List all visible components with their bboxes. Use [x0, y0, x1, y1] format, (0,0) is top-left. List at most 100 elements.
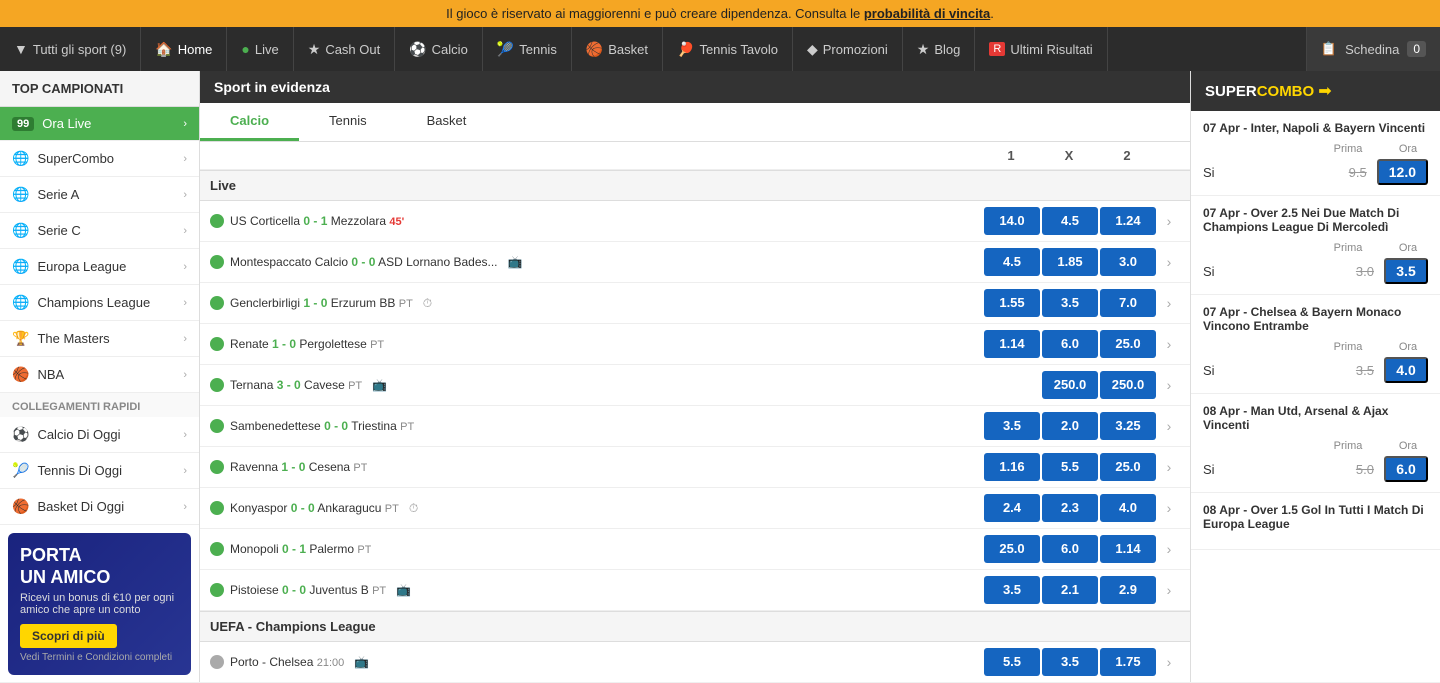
odds-1-button[interactable]: 1.55 — [984, 289, 1040, 317]
combo-new-price-button[interactable]: 6.0 — [1384, 456, 1428, 482]
tv-icon: 📺 — [372, 378, 387, 392]
chevron-right-icon: › — [183, 153, 187, 165]
odds-x-button[interactable]: 2.0 — [1042, 412, 1098, 440]
chevron-right-icon: › — [183, 118, 187, 130]
sidebar-item-champions-league[interactable]: 🌐 Champions League › — [0, 285, 199, 321]
nav-tennis-tavolo[interactable]: 🏓 Tennis Tavolo — [663, 27, 793, 71]
schedina-button[interactable]: 📋 Schedina 0 — [1306, 27, 1440, 71]
more-odds-button[interactable]: › — [1158, 289, 1180, 317]
odds-2-button[interactable]: 1.14 — [1100, 535, 1156, 563]
odds-1-button[interactable]: 4.5 — [984, 248, 1040, 276]
odds-2-button[interactable]: 250.0 — [1100, 371, 1156, 399]
odds-2-button[interactable]: 25.0 — [1100, 330, 1156, 358]
sidebar-item-nba[interactable]: 🏀 NBA › — [0, 357, 199, 393]
match-name: Ravenna 1 - 0 Cesena PT — [230, 460, 367, 474]
sidebar-item-calcio-oggi[interactable]: ⚽ Calcio Di Oggi › — [0, 417, 199, 453]
chevron-right-icon: › — [183, 189, 187, 201]
banner-subtitle: Ricevi un bonus di €10 per ogni amico ch… — [20, 592, 179, 616]
odds-2-button[interactable]: 3.0 — [1100, 248, 1156, 276]
odds-x-button[interactable]: 6.0 — [1042, 330, 1098, 358]
sidebar-item-tennis-oggi[interactable]: 🎾 Tennis Di Oggi › — [0, 453, 199, 489]
chevron-right-icon: › — [183, 261, 187, 273]
combo-new-price-button[interactable]: 12.0 — [1377, 159, 1428, 185]
odds-2-button[interactable]: 25.0 — [1100, 453, 1156, 481]
soccer-icon: ⚽ — [409, 41, 426, 58]
nav-home[interactable]: 🏠 Home — [141, 27, 227, 71]
odds-x-button[interactable]: 1.85 — [1042, 248, 1098, 276]
match-name: Pistoiese 0 - 0 Juventus B PT — [230, 583, 386, 597]
nav-promozioni[interactable]: ◆ Promozioni — [793, 27, 903, 71]
odds-1-button[interactable]: 25.0 — [984, 535, 1040, 563]
nav-basket[interactable]: 🏀 Basket — [572, 27, 663, 71]
odds-x-button[interactable]: 2.1 — [1042, 576, 1098, 604]
more-odds-button[interactable]: › — [1158, 330, 1180, 358]
live-indicator — [210, 378, 224, 392]
tennis-icon: 🎾 — [12, 462, 29, 479]
combo-card: 08 Apr - Over 1.5 Gol In Tutti I Match D… — [1191, 493, 1440, 550]
odds-1-button[interactable]: 3.5 — [984, 576, 1040, 604]
nav-tennis[interactable]: 🎾 Tennis — [483, 27, 572, 71]
combo-row: Si 3.5 4.0 — [1203, 357, 1428, 383]
odds-2-button[interactable]: 1.24 — [1100, 207, 1156, 235]
more-odds-button[interactable]: › — [1158, 412, 1180, 440]
odds-1-button[interactable]: 5.5 — [984, 648, 1040, 676]
sidebar-item-basket-oggi[interactable]: 🏀 Basket Di Oggi › — [0, 489, 199, 525]
sidebar-item-serie-c[interactable]: 🌐 Serie C › — [0, 213, 199, 249]
nav-cashout[interactable]: ★ Cash Out — [294, 27, 395, 71]
nav-risultati[interactable]: R Ultimi Risultati — [975, 27, 1107, 71]
odds-1-button[interactable]: 2.4 — [984, 494, 1040, 522]
more-odds-button[interactable]: › — [1158, 535, 1180, 563]
nav-calcio[interactable]: ⚽ Calcio — [395, 27, 483, 71]
table-row: Ravenna 1 - 0 Cesena PT 1.16 5.5 25.0 › — [200, 447, 1190, 488]
combo-new-price-button[interactable]: 4.0 — [1384, 357, 1428, 383]
odds-2-button[interactable]: 7.0 — [1100, 289, 1156, 317]
nav-blog[interactable]: ★ Blog — [903, 27, 976, 71]
combo-date: 07 Apr - Chelsea & Bayern Monaco Vincono… — [1203, 305, 1428, 333]
combo-new-price-button[interactable]: 3.5 — [1384, 258, 1428, 284]
sidebar-item-europa-league[interactable]: 🌐 Europa League › — [0, 249, 199, 285]
odds-2-button[interactable]: 3.25 — [1100, 412, 1156, 440]
odds-x-button[interactable]: 250.0 — [1042, 371, 1098, 399]
more-odds-button[interactable]: › — [1158, 648, 1180, 676]
banner-cta-button[interactable]: Scopri di più — [20, 624, 117, 648]
live-indicator — [210, 501, 224, 515]
sidebar-item-supercombo[interactable]: 🌐 SuperCombo › — [0, 141, 199, 177]
table-row: Monopoli 0 - 1 Palermo PT 25.0 6.0 1.14 … — [200, 529, 1190, 570]
more-odds-button[interactable]: › — [1158, 207, 1180, 235]
odds-x-button[interactable]: 2.3 — [1042, 494, 1098, 522]
more-odds-button[interactable]: › — [1158, 494, 1180, 522]
schedina-badge: 0 — [1407, 41, 1426, 57]
odds-x-button[interactable]: 6.0 — [1042, 535, 1098, 563]
odds-header-row: 1 X 2 — [200, 142, 1190, 170]
odds-1-button[interactable]: 14.0 — [984, 207, 1040, 235]
tennis-icon: 🎾 — [497, 41, 514, 58]
table-row: Genclerbirligi 1 - 0 Erzurum BB PT ⏱ 1.5… — [200, 283, 1190, 324]
more-odds-button[interactable]: › — [1158, 453, 1180, 481]
odds-1-button[interactable]: 1.14 — [984, 330, 1040, 358]
supercombo-arrow-icon: ➡ — [1318, 81, 1331, 101]
globe-icon: 🌐 — [12, 222, 29, 239]
odds-1-button[interactable]: 1.16 — [984, 453, 1040, 481]
odds-2-button[interactable]: 2.9 — [1100, 576, 1156, 604]
dropdown-icon: ▼ — [14, 41, 28, 57]
nav-live[interactable]: ● Live — [227, 27, 293, 71]
more-odds-button[interactable]: › — [1158, 248, 1180, 276]
sidebar-item-serie-a[interactable]: 🌐 Serie A › — [0, 177, 199, 213]
sidebar-item-the-masters[interactable]: 🏆 The Masters › — [0, 321, 199, 357]
nav-all-sports[interactable]: ▼ Tutti gli sport (9) — [0, 27, 141, 71]
sidebar-item-ora-live[interactable]: 99 Ora Live › — [0, 107, 199, 141]
odds-2-button[interactable]: 1.75 — [1100, 648, 1156, 676]
tab-basket[interactable]: Basket — [397, 103, 497, 141]
match-name: Ternana 3 - 0 Cavese PT — [230, 378, 362, 392]
odds-x-button[interactable]: 5.5 — [1042, 453, 1098, 481]
odds-x-button[interactable]: 4.5 — [1042, 207, 1098, 235]
more-odds-button[interactable]: › — [1158, 576, 1180, 604]
more-odds-button[interactable]: › — [1158, 371, 1180, 399]
odds-2-button[interactable]: 4.0 — [1100, 494, 1156, 522]
odds-x-button[interactable]: 3.5 — [1042, 648, 1098, 676]
odds-1-button[interactable]: 3.5 — [984, 412, 1040, 440]
odds-x-button[interactable]: 3.5 — [1042, 289, 1098, 317]
tab-tennis[interactable]: Tennis — [299, 103, 397, 141]
chevron-right-icon: › — [183, 501, 187, 513]
tab-calcio[interactable]: Calcio — [200, 103, 299, 141]
